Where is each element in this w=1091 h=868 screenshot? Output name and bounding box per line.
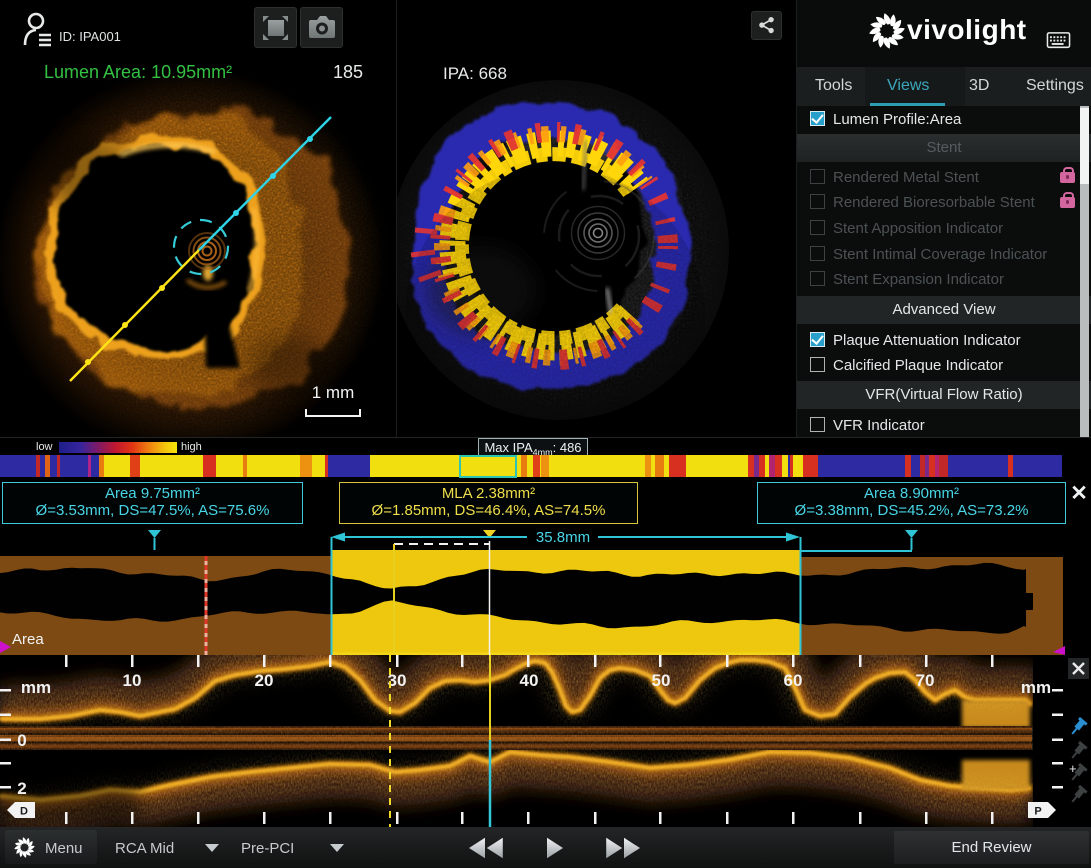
svg-text:D: D [20,806,28,818]
svg-text:50: 50 [652,671,671,690]
svg-text:60: 60 [784,671,803,690]
svg-text:mm: mm [21,678,51,697]
svg-text:mm: mm [1021,678,1051,697]
svg-text:10: 10 [123,671,142,690]
svg-text:70: 70 [916,671,935,690]
svg-text:35.8mm: 35.8mm [536,529,590,546]
svg-text:0: 0 [17,731,26,750]
svg-text:20: 20 [255,671,274,690]
svg-text:2: 2 [17,779,26,798]
svg-text:+: + [1069,761,1077,776]
svg-text:40: 40 [520,671,539,690]
svg-text:P: P [1034,806,1041,818]
